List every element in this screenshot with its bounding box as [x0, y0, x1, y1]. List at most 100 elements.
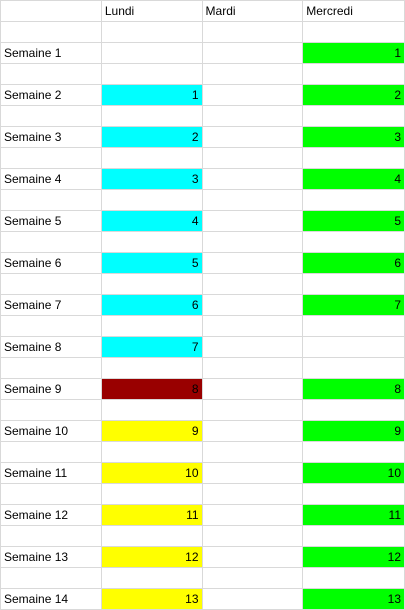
empty-cell[interactable] [0, 105, 102, 127]
mardi-cell[interactable] [201, 504, 304, 526]
empty-cell[interactable] [0, 273, 102, 295]
empty-cell[interactable] [302, 357, 405, 379]
empty-cell[interactable] [302, 147, 405, 169]
week-label-cell[interactable]: Semaine 1 [0, 42, 102, 64]
empty-cell[interactable] [302, 441, 405, 463]
empty-cell[interactable] [100, 357, 203, 379]
empty-cell[interactable] [100, 63, 203, 85]
empty-cell[interactable] [0, 483, 102, 505]
empty-cell[interactable] [201, 63, 304, 85]
empty-cell[interactable] [201, 147, 304, 169]
empty-cell[interactable] [201, 105, 304, 127]
empty-cell[interactable] [201, 399, 304, 421]
lundi-cell[interactable] [100, 42, 203, 64]
week-label-cell[interactable]: Semaine 2 [0, 84, 102, 106]
empty-cell[interactable] [0, 399, 102, 421]
mardi-cell[interactable] [201, 84, 304, 106]
empty-cell[interactable] [0, 315, 102, 337]
empty-cell[interactable] [201, 231, 304, 253]
empty-cell[interactable] [201, 567, 304, 589]
empty-cell[interactable] [0, 567, 102, 589]
header-cell-lundi[interactable]: Lundi [100, 0, 203, 22]
lundi-cell[interactable]: 4 [100, 210, 203, 232]
mercredi-cell[interactable]: 12 [302, 546, 405, 568]
lundi-cell[interactable]: 12 [100, 546, 203, 568]
week-label-cell[interactable]: Semaine 8 [0, 336, 102, 358]
mercredi-cell[interactable]: 5 [302, 210, 405, 232]
empty-cell[interactable] [100, 273, 203, 295]
mercredi-cell[interactable]: 11 [302, 504, 405, 526]
lundi-cell[interactable]: 6 [100, 294, 203, 316]
empty-cell[interactable] [201, 357, 304, 379]
lundi-cell[interactable]: 1 [100, 84, 203, 106]
empty-cell[interactable] [0, 525, 102, 547]
week-label-cell[interactable]: Semaine 9 [0, 378, 102, 400]
empty-cell[interactable] [302, 231, 405, 253]
lundi-cell[interactable]: 13 [100, 588, 203, 610]
mardi-cell[interactable] [201, 378, 304, 400]
empty-cell[interactable] [302, 483, 405, 505]
mercredi-cell[interactable]: 3 [302, 126, 405, 148]
lundi-cell[interactable]: 2 [100, 126, 203, 148]
empty-cell[interactable] [302, 189, 405, 211]
header-cell-a[interactable] [0, 0, 102, 22]
lundi-cell[interactable]: 9 [100, 420, 203, 442]
mardi-cell[interactable] [201, 420, 304, 442]
week-label-cell[interactable]: Semaine 14 [0, 588, 102, 610]
week-label-cell[interactable]: Semaine 12 [0, 504, 102, 526]
empty-cell[interactable] [201, 441, 304, 463]
empty-cell[interactable] [100, 399, 203, 421]
empty-cell[interactable] [201, 525, 304, 547]
mercredi-cell[interactable]: 7 [302, 294, 405, 316]
empty-cell[interactable] [302, 567, 405, 589]
empty-cell[interactable] [100, 441, 203, 463]
mercredi-cell[interactable]: 4 [302, 168, 405, 190]
mercredi-cell[interactable]: 10 [302, 462, 405, 484]
header-cell-mercredi[interactable]: Mercredi [302, 0, 405, 22]
mercredi-cell[interactable]: 1 [302, 42, 405, 64]
empty-cell[interactable] [100, 231, 203, 253]
mardi-cell[interactable] [201, 252, 304, 274]
week-label-cell[interactable]: Semaine 4 [0, 168, 102, 190]
empty-cell[interactable] [302, 63, 405, 85]
mardi-cell[interactable] [201, 588, 304, 610]
empty-cell[interactable] [100, 315, 203, 337]
lundi-cell[interactable]: 10 [100, 462, 203, 484]
mardi-cell[interactable] [201, 294, 304, 316]
lundi-cell[interactable]: 8 [100, 378, 203, 400]
empty-cell[interactable] [0, 63, 102, 85]
mercredi-cell[interactable]: 13 [302, 588, 405, 610]
empty-cell[interactable] [302, 105, 405, 127]
lundi-cell[interactable]: 7 [100, 336, 203, 358]
mercredi-cell[interactable]: 8 [302, 378, 405, 400]
week-label-cell[interactable]: Semaine 11 [0, 462, 102, 484]
mardi-cell[interactable] [201, 210, 304, 232]
mardi-cell[interactable] [201, 168, 304, 190]
empty-cell[interactable] [100, 567, 203, 589]
empty-cell[interactable] [100, 105, 203, 127]
empty-cell[interactable] [201, 189, 304, 211]
lundi-cell[interactable]: 3 [100, 168, 203, 190]
empty-cell[interactable] [201, 315, 304, 337]
empty-cell[interactable] [0, 441, 102, 463]
mercredi-cell[interactable] [302, 336, 405, 358]
mardi-cell[interactable] [201, 126, 304, 148]
mercredi-cell[interactable]: 2 [302, 84, 405, 106]
mercredi-cell[interactable]: 6 [302, 252, 405, 274]
empty-cell[interactable] [0, 147, 102, 169]
empty-cell[interactable] [201, 21, 304, 43]
empty-cell[interactable] [302, 525, 405, 547]
empty-cell[interactable] [201, 483, 304, 505]
week-label-cell[interactable]: Semaine 3 [0, 126, 102, 148]
empty-cell[interactable] [0, 189, 102, 211]
empty-cell[interactable] [302, 21, 405, 43]
week-label-cell[interactable]: Semaine 13 [0, 546, 102, 568]
week-label-cell[interactable]: Semaine 5 [0, 210, 102, 232]
empty-cell[interactable] [302, 273, 405, 295]
empty-cell[interactable] [302, 315, 405, 337]
empty-cell[interactable] [201, 273, 304, 295]
week-label-cell[interactable]: Semaine 7 [0, 294, 102, 316]
empty-cell[interactable] [100, 483, 203, 505]
empty-cell[interactable] [302, 399, 405, 421]
lundi-cell[interactable]: 11 [100, 504, 203, 526]
